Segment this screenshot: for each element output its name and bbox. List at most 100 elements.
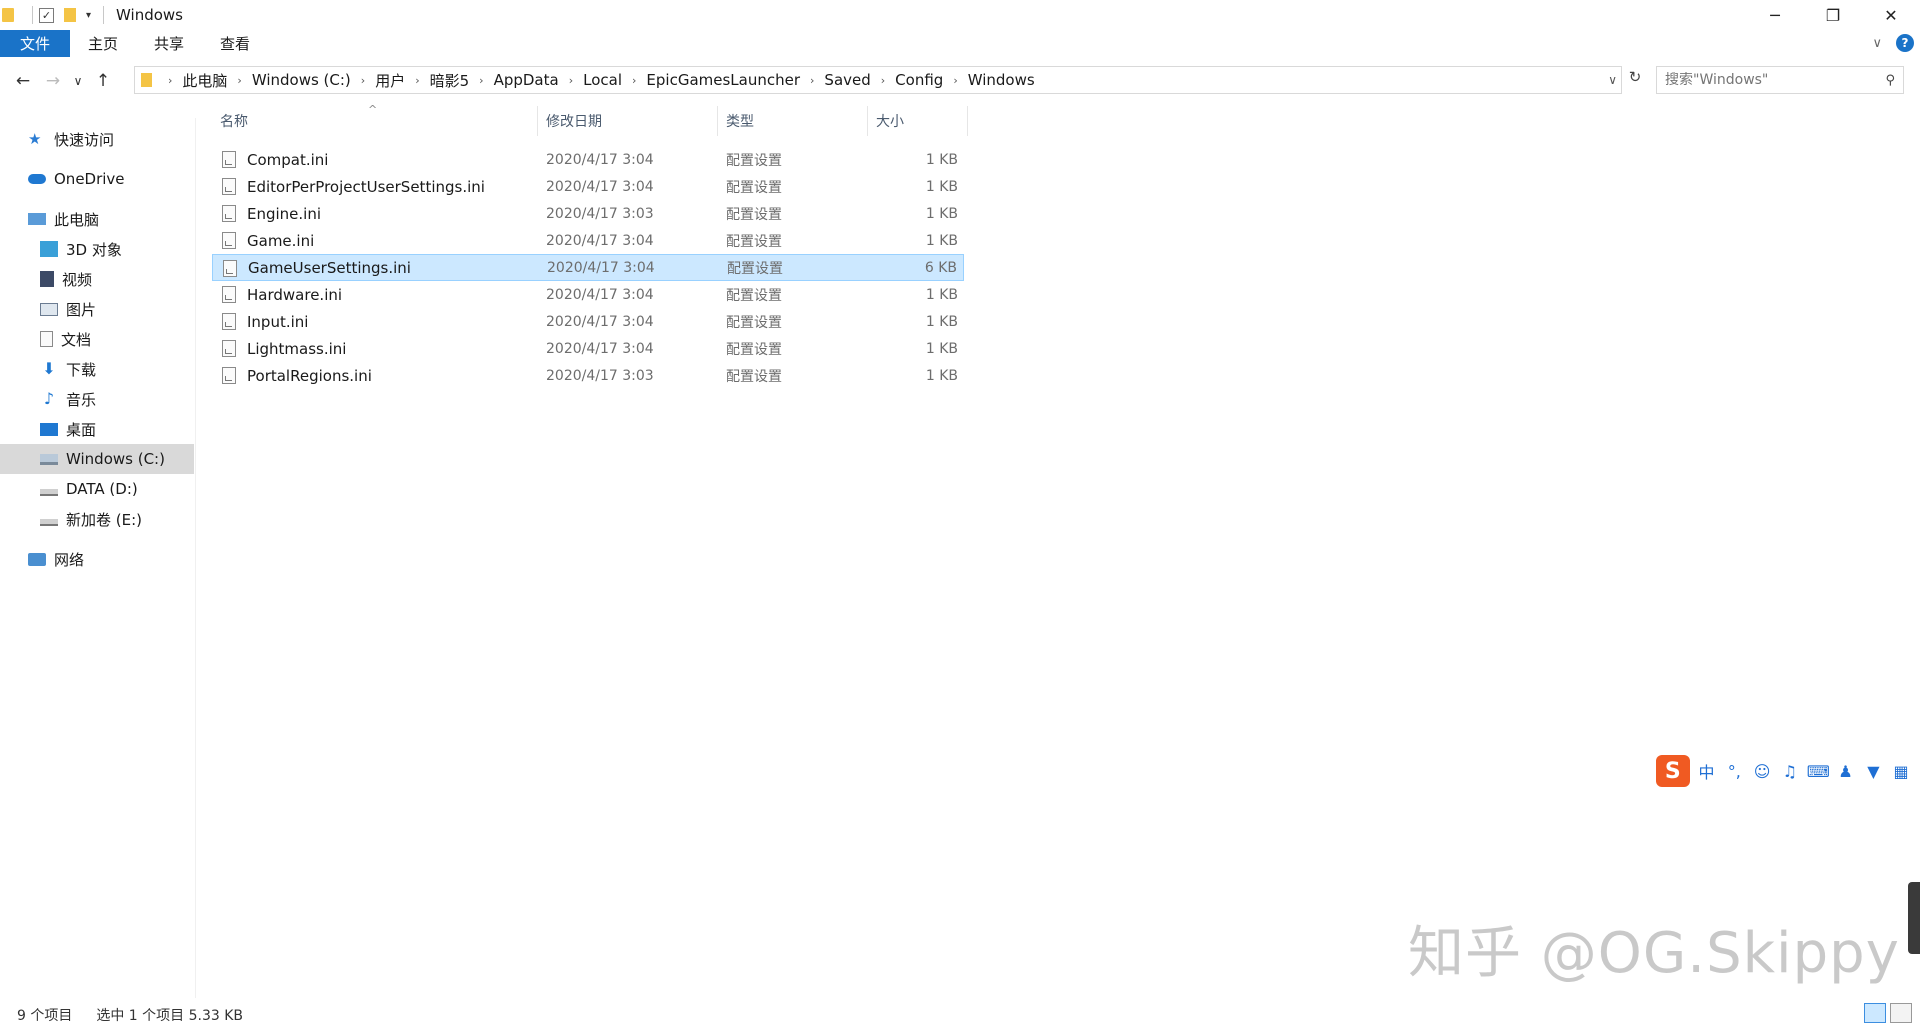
chevron-right-icon[interactable]: › bbox=[565, 74, 577, 87]
sidebar-item-pictures[interactable]: 图片 bbox=[40, 294, 96, 324]
breadcrumb-drive-c[interactable]: Windows (C:) bbox=[246, 71, 357, 89]
tab-file[interactable]: 文件 bbox=[0, 30, 70, 57]
expand-ribbon-chevron-icon[interactable]: ∨ bbox=[1872, 36, 1882, 51]
sidebar-item-onedrive[interactable]: OneDrive bbox=[28, 164, 125, 194]
breadcrumb-local[interactable]: Local bbox=[577, 71, 628, 89]
config-file-icon bbox=[222, 313, 236, 330]
file-size: 1 KB bbox=[925, 340, 958, 357]
file-date: 2020/4/17 3:04 bbox=[546, 178, 654, 195]
sidebar-item-label: 3D 对象 bbox=[66, 240, 122, 259]
close-button[interactable]: ✕ bbox=[1862, 0, 1920, 30]
minimize-button[interactable]: ─ bbox=[1746, 0, 1804, 30]
recent-locations-chevron-icon[interactable]: ∨ bbox=[68, 74, 88, 88]
help-icon[interactable]: ? bbox=[1896, 34, 1914, 52]
column-header-date[interactable]: 修改日期 bbox=[538, 106, 718, 136]
file-date: 2020/4/17 3:03 bbox=[546, 205, 654, 222]
tab-view[interactable]: 查看 bbox=[202, 30, 268, 57]
details-view-icon[interactable] bbox=[1864, 1003, 1886, 1023]
properties-icon[interactable]: ✓ bbox=[39, 7, 54, 23]
column-header-size[interactable]: 大小 bbox=[868, 106, 968, 136]
column-header-type[interactable]: 类型 bbox=[718, 106, 868, 136]
star-icon: ★ bbox=[28, 130, 42, 148]
large-icons-view-icon[interactable] bbox=[1890, 1003, 1912, 1023]
address-bar[interactable]: › 此电脑 › Windows (C:) › 用户 › 暗影5 › AppDat… bbox=[134, 66, 1622, 94]
new-folder-icon[interactable] bbox=[64, 8, 76, 22]
sidebar-item-drive-c[interactable]: Windows (C:) bbox=[0, 444, 194, 474]
skin-icon[interactable]: ▼ bbox=[1862, 762, 1884, 781]
sidebar-item-3d-objects[interactable]: 3D 对象 bbox=[40, 234, 122, 264]
table-row[interactable]: Compat.ini 2020/4/17 3:04 配置设置 1 KB bbox=[212, 146, 964, 173]
table-row[interactable]: Game.ini 2020/4/17 3:04 配置设置 1 KB bbox=[212, 227, 964, 254]
chevron-right-icon[interactable]: › bbox=[475, 74, 487, 87]
toolbox-icon[interactable]: ▦ bbox=[1890, 762, 1912, 781]
sidebar-item-drive-d[interactable]: DATA (D:) bbox=[40, 474, 138, 504]
file-name: Game.ini bbox=[247, 231, 315, 250]
chevron-right-icon[interactable]: › bbox=[411, 74, 423, 87]
chevron-right-icon[interactable]: › bbox=[357, 74, 369, 87]
chevron-right-icon[interactable]: › bbox=[164, 74, 176, 87]
table-row[interactable]: Input.ini 2020/4/17 3:04 配置设置 1 KB bbox=[212, 308, 964, 335]
sogou-logo-icon[interactable]: S bbox=[1656, 755, 1690, 787]
search-box[interactable]: ⚲ bbox=[1656, 66, 1904, 94]
drive-c-icon bbox=[40, 453, 58, 465]
table-row[interactable]: Lightmass.ini 2020/4/17 3:04 配置设置 1 KB bbox=[212, 335, 964, 362]
table-row[interactable]: Hardware.ini 2020/4/17 3:04 配置设置 1 KB bbox=[212, 281, 964, 308]
drive-icon bbox=[40, 488, 58, 496]
sidebar-item-videos[interactable]: 视频 bbox=[40, 264, 92, 294]
tab-share[interactable]: 共享 bbox=[136, 30, 202, 57]
back-arrow-icon[interactable]: ← bbox=[8, 71, 38, 91]
sidebar-item-this-pc[interactable]: 此电脑 bbox=[28, 204, 99, 234]
up-arrow-icon[interactable]: ↑ bbox=[88, 71, 118, 91]
breadcrumb-this-pc[interactable]: 此电脑 bbox=[176, 70, 233, 91]
chevron-right-icon[interactable]: › bbox=[806, 74, 818, 87]
scroll-handle[interactable] bbox=[1908, 882, 1920, 954]
ime-mode-toggle[interactable]: 中 bbox=[1696, 759, 1718, 783]
sidebar-item-drive-e[interactable]: 新加卷 (E:) bbox=[40, 504, 142, 534]
file-size: 1 KB bbox=[925, 178, 958, 195]
picture-icon bbox=[40, 302, 58, 316]
config-file-icon bbox=[222, 178, 236, 195]
chevron-right-icon[interactable]: › bbox=[949, 74, 961, 87]
ime-punctuation-toggle[interactable]: °, bbox=[1723, 762, 1745, 781]
search-input[interactable] bbox=[1665, 72, 1875, 88]
forward-arrow-icon[interactable]: → bbox=[38, 71, 68, 91]
address-history-chevron-icon[interactable]: ∨ bbox=[1608, 73, 1617, 87]
sidebar-item-downloads[interactable]: ⬇ 下载 bbox=[40, 354, 96, 384]
breadcrumb-epicgameslauncher[interactable]: EpicGamesLauncher bbox=[640, 71, 806, 89]
file-list: Compat.ini 2020/4/17 3:04 配置设置 1 KB Edit… bbox=[212, 146, 964, 389]
sidebar-item-network[interactable]: 网络 bbox=[28, 544, 84, 574]
sidebar-item-music[interactable]: ♪ 音乐 bbox=[40, 384, 96, 414]
chevron-right-icon[interactable]: › bbox=[628, 74, 640, 87]
table-row[interactable]: EditorPerProjectUserSettings.ini 2020/4/… bbox=[212, 173, 964, 200]
file-name: Hardware.ini bbox=[247, 285, 343, 304]
user-icon[interactable]: ♟ bbox=[1835, 762, 1857, 781]
ribbon-tabs: 文件 主页 共享 查看 ∨ ? bbox=[0, 30, 1920, 57]
sidebar-item-documents[interactable]: 文档 bbox=[40, 324, 91, 354]
breadcrumb-users[interactable]: 用户 bbox=[369, 70, 411, 91]
breadcrumb-user[interactable]: 暗影5 bbox=[424, 70, 476, 91]
breadcrumb-config[interactable]: Config bbox=[889, 71, 949, 89]
table-row[interactable]: PortalRegions.ini 2020/4/17 3:03 配置设置 1 … bbox=[212, 362, 964, 389]
microphone-icon[interactable]: ♫ bbox=[1779, 762, 1801, 781]
column-header-name[interactable]: 名称 bbox=[212, 106, 538, 136]
file-type: 配置设置 bbox=[726, 287, 782, 304]
customize-toolbar-chevron-icon[interactable]: ▾ bbox=[86, 10, 91, 21]
sidebar-item-desktop[interactable]: 桌面 bbox=[40, 414, 96, 444]
maximize-button[interactable]: ❐ bbox=[1804, 0, 1862, 30]
search-icon[interactable]: ⚲ bbox=[1885, 73, 1895, 88]
breadcrumb-appdata[interactable]: AppData bbox=[488, 71, 565, 89]
file-name: PortalRegions.ini bbox=[247, 366, 372, 385]
keyboard-icon[interactable]: ⌨ bbox=[1807, 762, 1830, 781]
chevron-right-icon[interactable]: › bbox=[877, 74, 889, 87]
refresh-icon[interactable]: ↻ bbox=[1624, 68, 1646, 94]
table-row[interactable]: Engine.ini 2020/4/17 3:03 配置设置 1 KB bbox=[212, 200, 964, 227]
table-row-selected[interactable]: GameUserSettings.ini 2020/4/17 3:04 配置设置… bbox=[212, 254, 964, 281]
breadcrumb-saved[interactable]: Saved bbox=[818, 71, 876, 89]
emoji-icon[interactable]: ☺ bbox=[1751, 762, 1773, 781]
breadcrumb-windows[interactable]: Windows bbox=[962, 71, 1041, 89]
sidebar-item-quick-access[interactable]: ★ 快速访问 bbox=[28, 124, 114, 154]
tab-home[interactable]: 主页 bbox=[70, 30, 136, 57]
chevron-right-icon[interactable]: › bbox=[233, 74, 245, 87]
file-date: 2020/4/17 3:04 bbox=[546, 286, 654, 303]
sidebar-item-label: 快速访问 bbox=[54, 130, 115, 149]
